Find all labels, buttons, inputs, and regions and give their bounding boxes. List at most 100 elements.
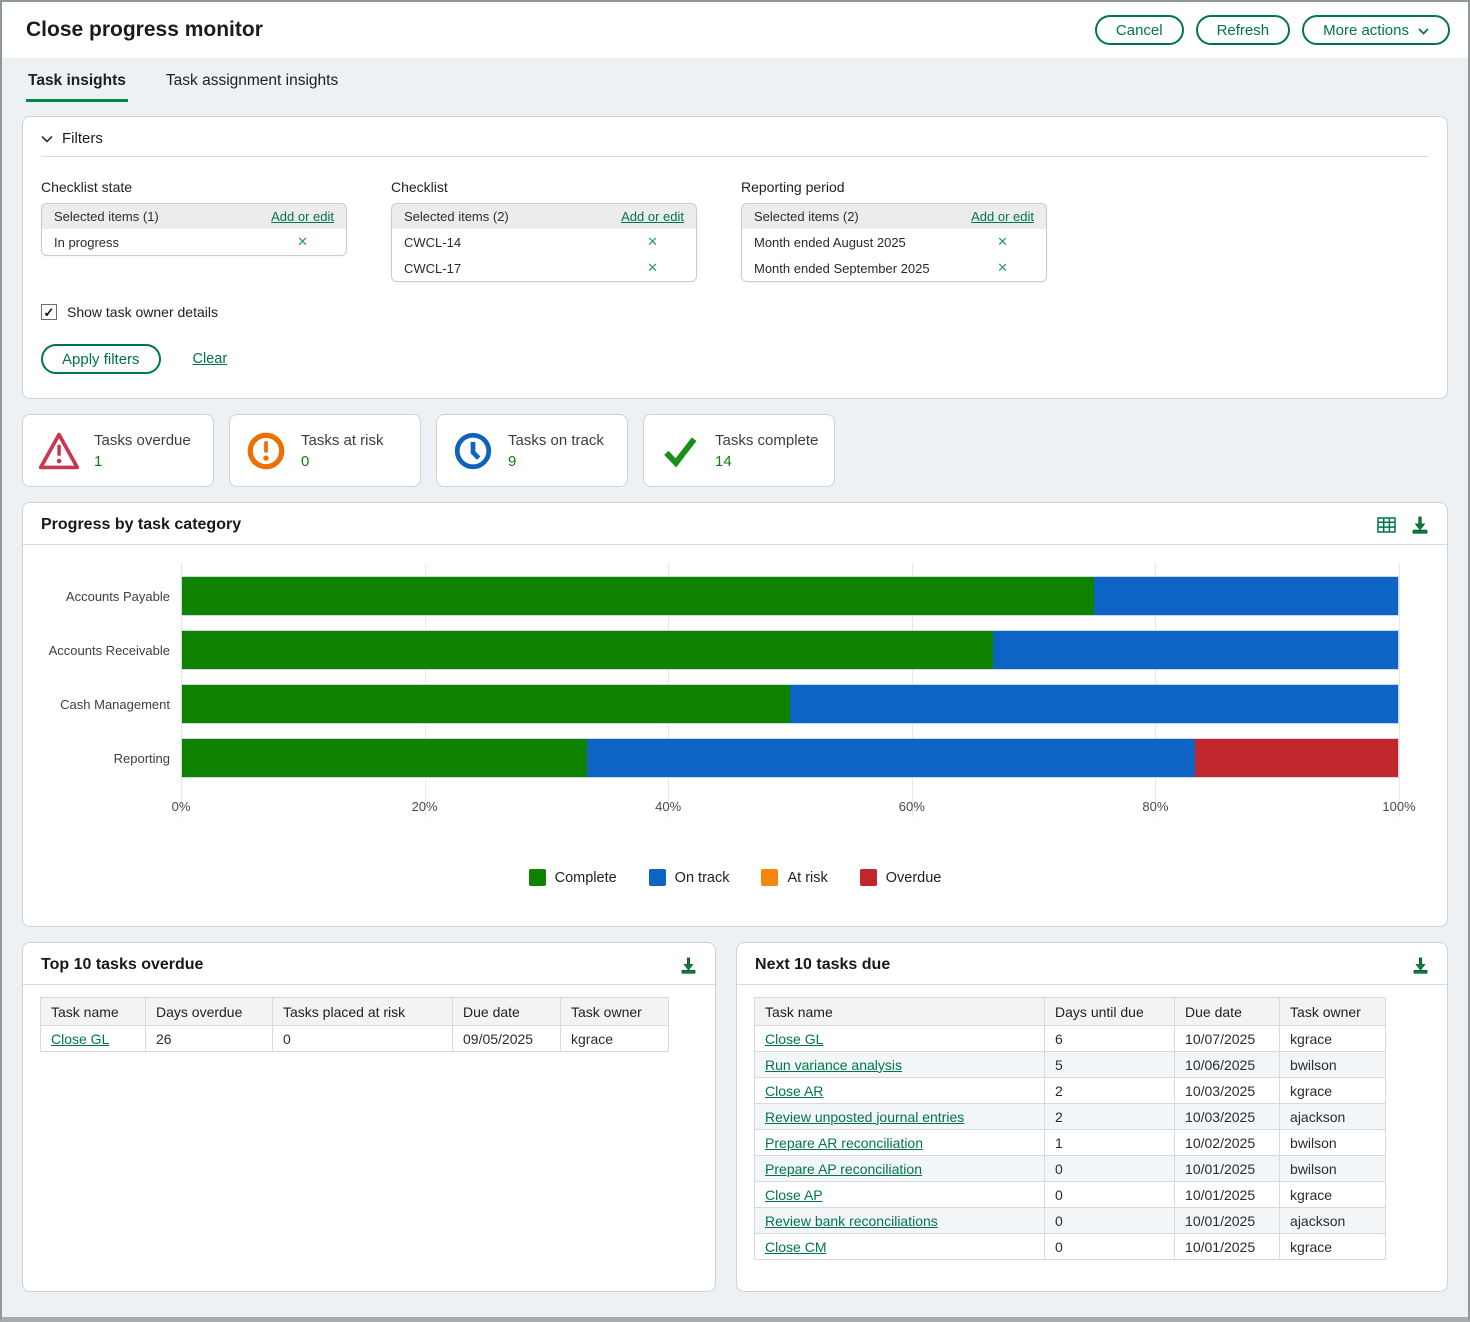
stacked-bar[interactable] — [181, 684, 1399, 724]
legend-swatch — [529, 869, 546, 886]
chart-legend: CompleteOn trackAt riskOverdue — [23, 869, 1447, 886]
legend-label: Overdue — [886, 870, 942, 886]
kpi-label: Tasks overdue — [94, 432, 191, 449]
stacked-bar[interactable] — [181, 630, 1399, 670]
column-header: Due date — [1175, 998, 1280, 1026]
apply-filters-button[interactable]: Apply filters — [41, 344, 161, 374]
add-or-edit-link[interactable]: Add or edit — [971, 209, 1034, 224]
bar-segment-on-track[interactable] — [993, 631, 1398, 669]
cancel-button-label: Cancel — [1116, 22, 1163, 39]
due-table-card: Next 10 tasks due Task nameDays until du… — [736, 942, 1448, 1292]
filter-item: CWCL-14✕ — [392, 229, 696, 255]
kpi-card: Tasks overdue1 — [22, 414, 214, 487]
task-link[interactable]: Close AP — [765, 1187, 823, 1203]
stacked-bar[interactable] — [181, 738, 1399, 778]
remove-icon[interactable]: ✕ — [997, 234, 1008, 250]
selected-items-count: Selected items (2) — [754, 209, 859, 224]
header-buttons: Cancel Refresh More actions — [1095, 15, 1450, 45]
table-cell: Close GL — [755, 1026, 1045, 1052]
table-cell: 10/03/2025 — [1175, 1104, 1280, 1130]
tables-row: Top 10 tasks overdue Task nameDays overd… — [22, 942, 1448, 1292]
bar-segment-on-track[interactable] — [587, 739, 1195, 777]
refresh-button[interactable]: Refresh — [1196, 15, 1291, 45]
bar-segment-overdue[interactable] — [1195, 739, 1398, 777]
selected-items-count: Selected items (2) — [404, 209, 509, 224]
task-link[interactable]: Close AR — [765, 1083, 823, 1099]
column-header: Task name — [41, 998, 146, 1026]
table-cell: kgrace — [1280, 1182, 1386, 1208]
task-link[interactable]: Close GL — [51, 1031, 109, 1047]
filters-toggle[interactable]: Filters — [23, 117, 1447, 156]
legend-label: Complete — [555, 870, 617, 886]
bar-segment-on-track[interactable] — [1094, 577, 1398, 615]
task-link[interactable]: Review unposted journal entries — [765, 1109, 964, 1125]
filter-group-label: Reporting period — [741, 179, 1047, 195]
more-actions-label: More actions — [1323, 22, 1409, 39]
chart-card-head: Progress by task category — [23, 503, 1447, 545]
legend-item: At risk — [761, 869, 827, 886]
legend-item: Overdue — [860, 869, 942, 886]
bar-segment-complete[interactable] — [182, 685, 790, 723]
download-icon[interactable] — [1412, 957, 1429, 974]
category-label: Accounts Receivable — [41, 643, 181, 658]
show-task-owner-checkbox[interactable]: ✓ — [41, 304, 57, 320]
chart-row: Cash Management — [41, 677, 1399, 731]
legend-swatch — [649, 869, 666, 886]
filter-group: Checklist state Selected items (1) Add or … — [41, 179, 347, 282]
filters-section: Filters Checklist state Selected items (1… — [22, 116, 1448, 399]
task-link[interactable]: Close CM — [765, 1239, 826, 1255]
bar-segment-on-track[interactable] — [790, 685, 1398, 723]
table-cell: Close CM — [755, 1234, 1045, 1260]
task-link[interactable]: Prepare AP reconciliation — [765, 1161, 922, 1177]
clear-filters-link[interactable]: Clear — [193, 351, 228, 367]
column-header: Tasks placed at risk — [273, 998, 453, 1026]
selected-items-box: Selected items (2) Add or edit CWCL-14✕ CWC… — [391, 203, 697, 282]
table-cell: bwilson — [1280, 1156, 1386, 1182]
table-cell: 10/01/2025 — [1175, 1208, 1280, 1234]
cancel-button[interactable]: Cancel — [1095, 15, 1184, 45]
clock-icon — [452, 430, 494, 472]
remove-icon[interactable]: ✕ — [297, 234, 308, 250]
download-icon[interactable] — [1411, 516, 1429, 534]
chart-row: Reporting — [41, 731, 1399, 785]
filter-item-label: CWCL-17 — [404, 261, 461, 276]
selected-items-box: Selected items (1)Add or editIn progress… — [41, 203, 347, 256]
download-icon[interactable] — [680, 957, 697, 974]
selected-items-count: Selected items (1) — [54, 209, 159, 224]
tab-strip: Task insights Task assignment insights — [2, 58, 1468, 102]
due-table: Task nameDays until dueDue dateTask owne… — [754, 997, 1386, 1260]
more-actions-button[interactable]: More actions — [1302, 15, 1450, 45]
task-link[interactable]: Close GL — [765, 1031, 823, 1047]
x-axis: 0%20%40%60%80%100% — [181, 785, 1399, 817]
task-link[interactable]: Run variance analysis — [765, 1057, 902, 1073]
category-label: Cash Management — [41, 697, 181, 712]
stacked-bar[interactable] — [181, 576, 1399, 616]
filter-item: Month ended September 2025✕ — [742, 255, 1046, 281]
filter-group-label: Checklist state — [41, 179, 347, 195]
kpi-text: Tasks complete14 — [715, 432, 818, 470]
page-title: Close progress monitor — [26, 18, 263, 42]
column-header: Task name — [755, 998, 1045, 1026]
table-cell: 10/02/2025 — [1175, 1130, 1280, 1156]
add-or-edit-link[interactable]: Add or edit — [271, 209, 334, 224]
table-cell: ajackson — [1280, 1104, 1386, 1130]
table-cell: Review unposted journal entries — [755, 1104, 1045, 1130]
tab-task-assignment-insights[interactable]: Task assignment insights — [164, 62, 340, 102]
add-or-edit-link[interactable]: Add or edit — [621, 209, 684, 224]
column-header: Due date — [453, 998, 561, 1026]
bar-segment-complete[interactable] — [182, 577, 1094, 615]
remove-icon[interactable]: ✕ — [647, 234, 658, 250]
tab-task-insights[interactable]: Task insights — [26, 62, 128, 102]
kpi-value: 14 — [715, 453, 818, 470]
remove-icon[interactable]: ✕ — [997, 260, 1008, 276]
table-view-icon[interactable] — [1377, 517, 1396, 533]
table-cell: 6 — [1045, 1026, 1175, 1052]
task-link[interactable]: Prepare AR reconciliation — [765, 1135, 923, 1151]
bar-segment-complete[interactable] — [182, 631, 993, 669]
kpi-text: Tasks at risk0 — [301, 432, 384, 470]
due-table-title: Next 10 tasks due — [755, 956, 890, 974]
bar-segment-complete[interactable] — [182, 739, 587, 777]
table-cell: 10/03/2025 — [1175, 1078, 1280, 1104]
remove-icon[interactable]: ✕ — [647, 260, 658, 276]
task-link[interactable]: Review bank reconciliations — [765, 1213, 938, 1229]
